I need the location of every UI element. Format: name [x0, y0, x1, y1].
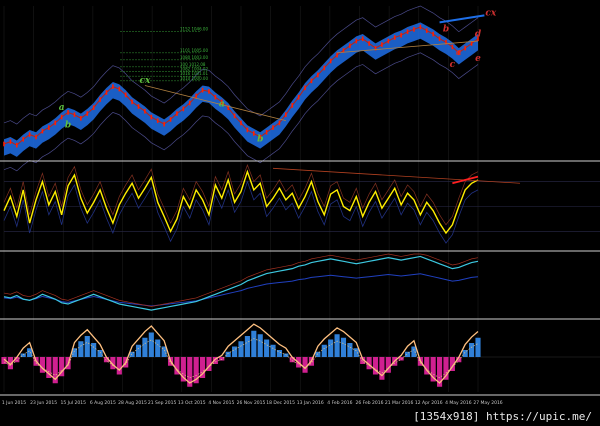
- histogram-bar: [302, 357, 308, 373]
- wave-label: c: [450, 60, 456, 70]
- wave-label: a: [456, 48, 462, 58]
- histogram-bar: [321, 344, 327, 357]
- fib-level-label: 1101 1005.00: [180, 48, 208, 53]
- histogram-bar: [225, 351, 231, 357]
- histogram-bar: [270, 344, 276, 357]
- wave-label: b: [443, 25, 449, 35]
- date-tick-label: 18 Dec 2015: [266, 400, 295, 406]
- histogram-bar: [116, 357, 122, 375]
- date-axis: 1 Jun 2015 23 Jun 2015 15 Jul 2015 6 Aug 20…: [2, 400, 503, 406]
- histogram-bar: [244, 336, 250, 357]
- fib-level-label: 1010 1000.00: [180, 76, 208, 81]
- date-tick-label: 27 May 2016: [473, 400, 502, 406]
- date-tick-label: 21 Sep 2015: [148, 400, 177, 406]
- wave-label: e: [475, 54, 481, 64]
- histogram-bar: [264, 339, 270, 357]
- date-tick-label: 26 Feb 2016: [355, 400, 383, 406]
- histogram-bar: [328, 339, 334, 357]
- wave-label: cx: [139, 76, 150, 86]
- histogram-bar: [135, 344, 142, 357]
- histogram-bar: [155, 339, 161, 357]
- wave-label: a: [59, 103, 65, 113]
- date-tick-label: 4 Nov 2015: [208, 400, 234, 406]
- histogram-bar: [257, 334, 263, 357]
- histogram-bar: [148, 332, 154, 357]
- date-tick-label: 13 Oct 2015: [178, 400, 206, 406]
- date-tick-label: 1 Jun 2015: [2, 400, 26, 406]
- histogram-bar: [353, 348, 359, 357]
- date-tick-label: 4 May 2016: [445, 400, 472, 406]
- date-tick-label: 13 Jan 2016: [297, 400, 324, 406]
- wave-label: b: [65, 121, 71, 131]
- date-tick-label: 15 Jul 2015: [61, 400, 87, 406]
- date-tick-label: 12 Apr 2016: [415, 400, 443, 406]
- wave-label: b: [257, 135, 263, 145]
- wave-label: d: [475, 29, 482, 39]
- wave-label: a: [219, 100, 225, 110]
- histogram-bar: [238, 341, 244, 357]
- fib-level-label: 1080 1003.00: [180, 55, 208, 60]
- histogram-bar: [404, 351, 411, 357]
- date-tick-label: 21 Mar 2016: [385, 400, 414, 406]
- fib-level-label: 1152 1046.00: [180, 27, 208, 32]
- date-tick-label: 28 Aug 2015: [118, 400, 147, 406]
- histogram-bar: [78, 341, 84, 357]
- date-tick-label: 4 Feb 2016: [327, 400, 352, 406]
- histogram-bar: [340, 337, 347, 357]
- wave-label: cx: [485, 8, 496, 18]
- histogram-bar: [334, 334, 340, 357]
- histogram-bar: [347, 343, 353, 357]
- trading-chart: 1152 1046.001101 1005.001080 1003.00100 …: [0, 0, 600, 426]
- date-tick-label: 23 Jun 2015: [30, 400, 57, 406]
- watermark-text: [1354x918] https://upic.me/: [411, 410, 594, 423]
- histogram-bar: [469, 343, 475, 357]
- histogram-bar: [232, 346, 238, 357]
- histogram-bar: [475, 337, 481, 357]
- chart-window: 1152 1046.00 1101 1005.00 1080 1003.00 100 …: [0, 0, 600, 426]
- date-tick-label: 6 Aug 2015: [90, 400, 116, 406]
- histogram-bar: [91, 343, 97, 357]
- histogram-bar: [251, 330, 257, 357]
- histogram-bar: [142, 337, 148, 357]
- date-tick-label: 26 Nov 2015: [237, 400, 266, 406]
- histogram-bar: [84, 336, 90, 357]
